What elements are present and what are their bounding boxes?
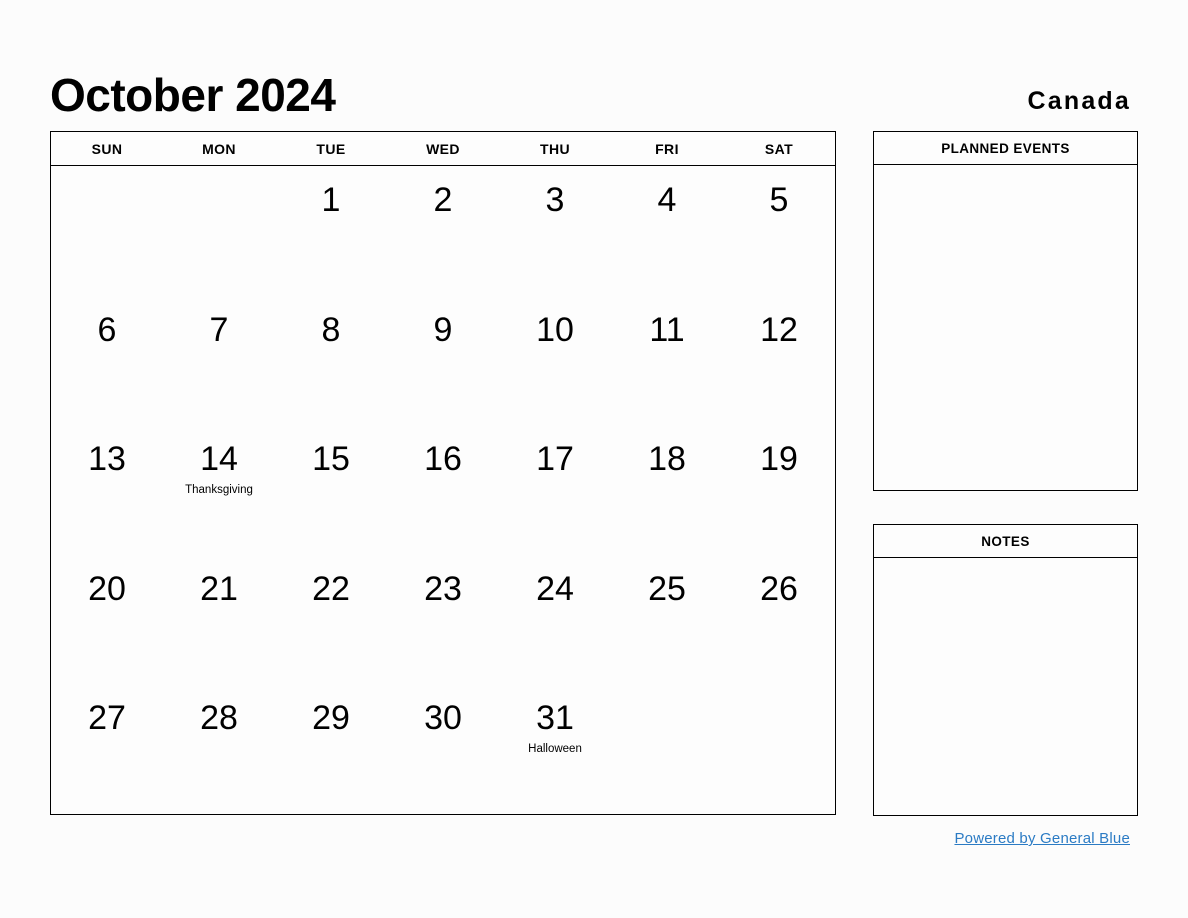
planned-events-title: PLANNED EVENTS bbox=[874, 132, 1137, 165]
day-cell[interactable]: 29 bbox=[275, 684, 387, 814]
day-number: 16 bbox=[424, 440, 462, 479]
day-number: 8 bbox=[321, 310, 341, 349]
day-event-label: Thanksgiving bbox=[185, 484, 253, 497]
day-cell[interactable]: 10 bbox=[499, 296, 611, 426]
day-number: 9 bbox=[433, 310, 453, 349]
weekday-header-thu: THU bbox=[540, 140, 570, 157]
day-cell[interactable]: 26 bbox=[723, 555, 835, 685]
weekday-header-fri: FRI bbox=[655, 140, 679, 157]
planned-events-panel: PLANNED EVENTS bbox=[873, 131, 1138, 491]
day-cell[interactable] bbox=[723, 684, 835, 814]
weekday-header-mon: MON bbox=[202, 140, 236, 157]
day-number: 28 bbox=[200, 699, 238, 738]
weekday-header-wed: WED bbox=[426, 140, 460, 157]
day-cell[interactable]: 17 bbox=[499, 425, 611, 555]
day-number: 12 bbox=[760, 310, 798, 349]
day-cell[interactable]: 16 bbox=[387, 425, 499, 555]
notes-title: NOTES bbox=[874, 525, 1137, 558]
day-cell[interactable]: 19 bbox=[723, 425, 835, 555]
day-number: 10 bbox=[536, 310, 574, 349]
day-cell[interactable] bbox=[611, 684, 723, 814]
footer: Powered by General Blue bbox=[873, 830, 1138, 848]
day-cell[interactable]: 20 bbox=[51, 555, 163, 685]
day-cell[interactable]: 3 bbox=[499, 166, 611, 296]
calendar-weeks: 1 2 3 4 5 6 7 8 9 10 11 12 13 14 Thanksgi… bbox=[51, 166, 835, 814]
day-cell[interactable]: 27 bbox=[51, 684, 163, 814]
region-label: Canada bbox=[1027, 87, 1131, 115]
day-number: 7 bbox=[209, 310, 229, 349]
day-cell[interactable]: 18 bbox=[611, 425, 723, 555]
day-cell[interactable]: 2 bbox=[387, 166, 499, 296]
day-cell[interactable]: 23 bbox=[387, 555, 499, 685]
day-cell[interactable]: 24 bbox=[499, 555, 611, 685]
day-number: 4 bbox=[657, 181, 677, 219]
day-cell[interactable]: 11 bbox=[611, 296, 723, 426]
day-cell[interactable]: 21 bbox=[163, 555, 275, 685]
day-number: 21 bbox=[200, 569, 238, 608]
day-cell[interactable]: 15 bbox=[275, 425, 387, 555]
day-cell[interactable]: 12 bbox=[723, 296, 835, 426]
notes-input[interactable] bbox=[874, 558, 1137, 816]
day-cell[interactable] bbox=[163, 166, 275, 296]
calendar-week-row: 27 28 29 30 31 Halloween bbox=[51, 684, 835, 814]
page-title: October 2024 bbox=[50, 69, 336, 121]
day-number: 3 bbox=[545, 181, 565, 219]
day-number: 2 bbox=[433, 181, 453, 219]
notes-panel: NOTES bbox=[873, 524, 1138, 816]
day-cell[interactable]: 4 bbox=[611, 166, 723, 296]
day-cell[interactable]: 8 bbox=[275, 296, 387, 426]
page-header: October 2024 Canada bbox=[50, 48, 1138, 118]
calendar-week-row: 13 14 Thanksgiving 15 16 17 18 19 bbox=[51, 425, 835, 555]
powered-by-link[interactable]: Powered by General Blue bbox=[954, 830, 1130, 847]
day-cell[interactable]: 22 bbox=[275, 555, 387, 685]
sidebar: PLANNED EVENTS NOTES Powered by General … bbox=[873, 131, 1138, 848]
day-number: 11 bbox=[649, 310, 685, 349]
day-cell[interactable]: 5 bbox=[723, 166, 835, 296]
day-number: 26 bbox=[760, 569, 798, 608]
day-cell[interactable]: 7 bbox=[163, 296, 275, 426]
day-cell[interactable]: 28 bbox=[163, 684, 275, 814]
day-number: 17 bbox=[536, 440, 574, 479]
day-cell[interactable]: 31 Halloween bbox=[499, 684, 611, 814]
day-cell[interactable]: 13 bbox=[51, 425, 163, 555]
day-cell[interactable]: 30 bbox=[387, 684, 499, 814]
day-number: 29 bbox=[312, 699, 350, 738]
day-number: 23 bbox=[424, 569, 462, 608]
day-number: 25 bbox=[648, 569, 686, 608]
day-number: 24 bbox=[536, 569, 574, 608]
weekday-header-row: SUN MON TUE WED THU FRI SAT bbox=[51, 132, 835, 166]
day-cell[interactable]: 14 Thanksgiving bbox=[163, 425, 275, 555]
day-number: 5 bbox=[769, 181, 789, 219]
day-number: 13 bbox=[88, 440, 126, 479]
day-number: 1 bbox=[321, 181, 341, 219]
weekday-header-sun: SUN bbox=[91, 140, 123, 157]
day-cell[interactable]: 9 bbox=[387, 296, 499, 426]
day-number: 27 bbox=[88, 699, 126, 738]
day-number: 31 bbox=[536, 699, 574, 738]
weekday-header-tue: TUE bbox=[316, 140, 346, 157]
day-event-label: Halloween bbox=[528, 743, 582, 756]
day-number: 14 bbox=[200, 440, 238, 479]
weekday-header-sat: SAT bbox=[764, 140, 794, 157]
day-number: 30 bbox=[424, 699, 462, 738]
calendar-page: October 2024 Canada SUN MON TUE WED THU … bbox=[0, 0, 1188, 918]
day-number: 18 bbox=[648, 440, 686, 479]
calendar-week-row: 6 7 8 9 10 11 12 bbox=[51, 296, 835, 426]
calendar-week-row: 1 2 3 4 5 bbox=[51, 166, 835, 296]
calendar-week-row: 20 21 22 23 24 25 26 bbox=[51, 555, 835, 685]
day-cell[interactable] bbox=[51, 166, 163, 296]
day-number: 15 bbox=[312, 440, 350, 479]
day-number: 19 bbox=[760, 440, 798, 479]
day-number: 22 bbox=[312, 569, 350, 608]
calendar-grid: SUN MON TUE WED THU FRI SAT 1 2 3 4 5 6 … bbox=[50, 131, 836, 815]
planned-events-input[interactable] bbox=[874, 165, 1137, 491]
day-cell[interactable]: 6 bbox=[51, 296, 163, 426]
day-cell[interactable]: 1 bbox=[275, 166, 387, 296]
day-number: 20 bbox=[88, 569, 126, 608]
day-number: 6 bbox=[97, 310, 117, 349]
day-cell[interactable]: 25 bbox=[611, 555, 723, 685]
